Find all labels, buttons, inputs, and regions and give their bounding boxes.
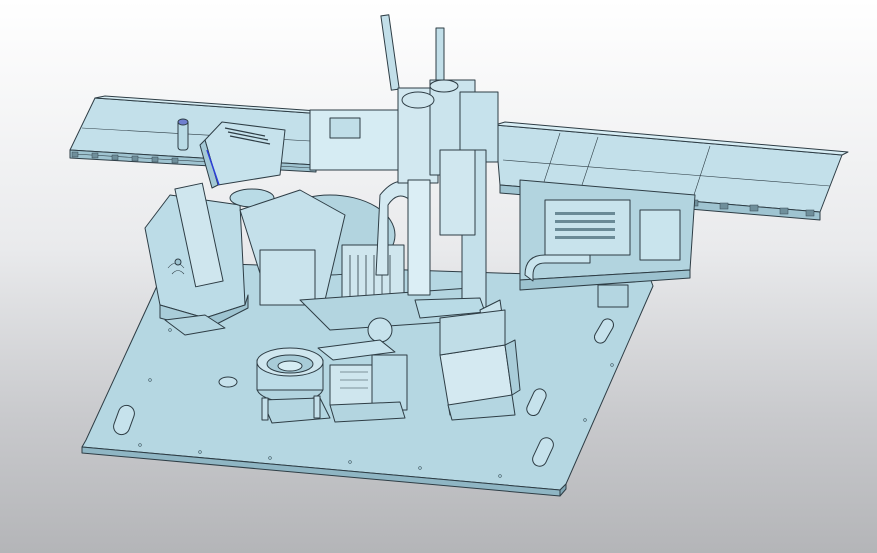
- vibratory-bowl[interactable]: [256, 347, 331, 424]
- cad-viewport[interactable]: [0, 0, 877, 553]
- right-feeder-track[interactable]: [519, 179, 696, 308]
- left-bracket[interactable]: [144, 182, 249, 336]
- cad-model-render[interactable]: [0, 0, 877, 553]
- feeder-rail[interactable]: [317, 339, 408, 423]
